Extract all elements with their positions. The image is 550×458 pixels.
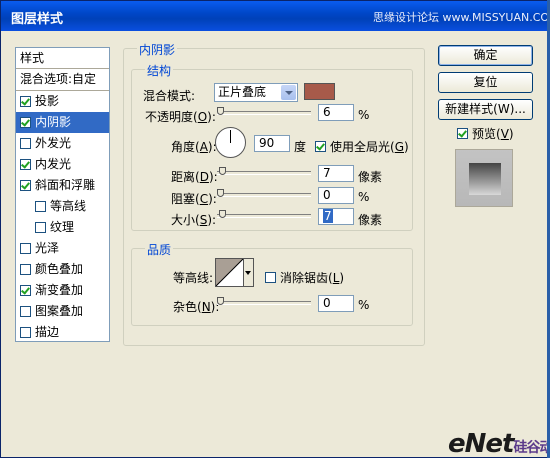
distance-unit: 像素 [358,170,383,184]
opacity-slider-track[interactable] [217,107,311,115]
opacity-slider-thumb[interactable] [217,107,224,115]
style-checkbox[interactable] [20,96,31,107]
style-checkbox[interactable] [20,264,31,275]
style-list-item-label: 内发光 [35,157,72,171]
style-list-item[interactable]: 描边 [16,322,109,343]
style-preview [455,149,513,207]
style-list: 样式 混合选项:自定 投影内阴影外发光内发光斜面和浮雕等高线纹理光泽颜色叠加渐变… [15,47,110,342]
angle-input[interactable]: 90 [254,135,290,152]
style-list-item-label: 投影 [35,94,60,108]
style-checkbox[interactable] [20,159,31,170]
style-checkbox[interactable] [20,285,31,296]
style-list-item[interactable]: 外发光 [16,133,109,154]
style-checkbox[interactable] [20,327,31,338]
style-list-item-label: 内阴影 [35,115,72,129]
angle-label: 角度(A): [171,140,217,154]
style-list-item[interactable]: 渐变叠加 [16,280,109,301]
choke-input[interactable]: 0 [318,187,354,204]
style-checkbox[interactable] [20,243,31,254]
enet-logo: eNet硅谷动力 [448,429,547,458]
global-light-checkbox[interactable]: 使用全局光(G) [315,138,409,155]
style-list-item-label: 渐变叠加 [35,283,84,297]
anti-alias-check-box[interactable] [265,272,276,283]
style-preview-swatch [469,163,501,195]
style-checkbox[interactable] [35,222,46,233]
shadow-color-swatch[interactable] [304,83,335,100]
choke-unit: % [358,190,370,204]
style-list-item-label: 描边 [35,325,60,339]
style-list-item[interactable]: 图案叠加 [16,301,109,322]
watermark-text: 思缘设计论坛 www.MISSYUAN.COM [373,11,548,24]
style-list-item[interactable]: 纹理 [16,217,109,238]
global-light-check-box[interactable] [315,141,326,152]
distance-label: 距离(D): [171,170,218,184]
noise-slider-track[interactable] [217,297,311,305]
style-list-item[interactable]: 颜色叠加 [16,259,109,280]
layer-style-dialog: 图层样式 思缘设计论坛 www.MISSYUAN.COM 样式 混合选项:自定 … [0,0,548,458]
blend-mode-value: 正片叠底 [218,85,267,99]
contour-preview[interactable] [215,258,244,287]
style-list-item-label: 等高线 [50,199,87,213]
distance-slider-track[interactable] [217,167,311,175]
style-checkbox[interactable] [20,306,31,317]
choke-label: 阻塞(C): [171,192,217,206]
noise-input[interactable]: 0 [318,295,354,312]
size-slider-thumb[interactable] [219,210,226,218]
choke-slider-thumb[interactable] [217,189,224,197]
inner-shadow-section-title: 内阴影 [137,41,178,58]
preview-checkbox[interactable]: 预览(V) [457,125,514,142]
reset-button[interactable]: 复位 [438,72,533,93]
style-list-item-label: 颜色叠加 [35,262,84,276]
anti-alias-checkbox[interactable]: 消除锯齿(L) [265,269,344,286]
choke-slider-track[interactable] [217,189,311,197]
distance-input[interactable]: 7 [318,165,354,182]
noise-slider-thumb[interactable] [217,297,224,305]
blend-mode-select[interactable]: 正片叠底 [214,83,298,102]
contour-label: 等高线: [173,271,214,285]
noise-label: 杂色(N): [173,300,220,314]
opacity-label: 不透明度(O): [145,110,216,124]
contour-curve-icon [216,259,243,286]
size-label: 大小(S): [171,213,217,227]
distance-slider-thumb[interactable] [219,167,226,175]
opacity-unit: % [358,108,370,122]
style-checkbox[interactable] [20,117,31,128]
style-list-item-label: 斜面和浮雕 [35,178,96,192]
opacity-input[interactable]: 6 [318,104,354,121]
style-list-item-label: 纹理 [50,220,75,234]
angle-unit: 度 [294,140,307,154]
style-checkbox[interactable] [20,138,31,149]
style-list-item[interactable]: 内发光 [16,154,109,175]
style-checkbox[interactable] [35,201,46,212]
structure-group-title: 结构 [145,62,174,79]
size-input[interactable]: 7 [318,208,354,225]
contour-dropdown-button[interactable] [244,258,254,287]
new-style-button[interactable]: 新建样式(W)... [438,99,533,120]
title-bar[interactable]: 图层样式 思缘设计论坛 www.MISSYUAN.COM [1,1,548,31]
style-list-item[interactable]: 光泽 [16,238,109,259]
blend-options-item[interactable]: 混合选项:自定 [16,69,109,91]
preview-check-box[interactable] [457,128,468,139]
style-list-item-label: 图案叠加 [35,304,84,318]
style-list-item[interactable]: 等高线 [16,196,109,217]
style-checkbox[interactable] [20,180,31,191]
ok-button[interactable]: 确定 [438,45,533,66]
chevron-down-icon[interactable] [281,85,296,100]
size-slider-track[interactable] [217,210,311,218]
quality-group-title: 品质 [145,241,174,258]
style-list-item[interactable]: 内阴影 [16,112,109,133]
style-list-item[interactable]: 斜面和浮雕 [16,175,109,196]
blend-mode-label: 混合模式: [143,89,196,103]
dialog-title: 图层样式 [11,12,64,27]
noise-unit: % [358,298,370,312]
angle-dial[interactable] [215,127,246,158]
size-unit: 像素 [358,213,383,227]
style-list-header[interactable]: 样式 [16,48,109,69]
style-list-item[interactable]: 投影 [16,91,109,112]
style-list-item-label: 外发光 [35,136,72,150]
style-list-item-label: 光泽 [35,241,60,255]
